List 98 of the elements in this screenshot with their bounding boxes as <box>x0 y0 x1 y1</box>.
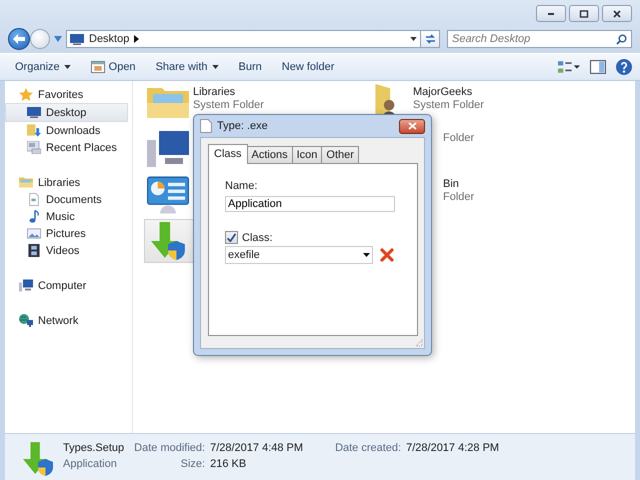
sidebar-item[interactable]: Recent Places <box>5 139 132 156</box>
property-label: Date modified: <box>134 442 206 454</box>
refresh-button[interactable] <box>420 30 440 48</box>
close-icon <box>612 10 622 18</box>
caret-icon <box>64 65 71 69</box>
network-globe-icon <box>19 314 33 327</box>
maximize-button[interactable] <box>569 5 599 22</box>
sidebar-item[interactable]: Desktop <box>5 103 128 122</box>
address-bar[interactable]: Desktop <box>66 30 421 48</box>
sidebar-item[interactable]: Music <box>5 208 132 225</box>
folder-download-icon <box>27 124 41 137</box>
dialog-title: Type: .exe <box>217 120 268 132</box>
recent-places-icon <box>27 141 41 154</box>
property-label: Size: <box>180 458 206 470</box>
help-icon[interactable] <box>616 59 632 75</box>
toolbar-button[interactable]: Burn <box>232 58 269 76</box>
sidebar-item-label: Downloads <box>46 124 100 136</box>
film-strip-icon <box>27 244 41 257</box>
sidebar-item[interactable]: Downloads <box>5 122 132 139</box>
sidebar-item-label: Music <box>46 210 75 222</box>
sidebar-item-label: Network <box>38 314 78 326</box>
sidebar-item[interactable]: Favorites <box>5 86 132 103</box>
minimize-icon <box>548 12 554 14</box>
sidebar-item-label: Favorites <box>38 88 84 100</box>
checkbox-label: Class: <box>242 232 273 244</box>
file-type: Folder <box>443 132 474 145</box>
sidebar-item[interactable]: Computer <box>5 277 132 294</box>
maximize-icon <box>579 10 589 18</box>
field-label: Name: <box>225 180 258 192</box>
menu-button[interactable]: Share with <box>148 58 226 76</box>
close-button[interactable] <box>602 5 632 22</box>
resize-grip-icon[interactable] <box>415 339 423 347</box>
file-name: Types.Setup <box>63 442 124 454</box>
file-type: Application <box>63 458 118 470</box>
document-icon <box>27 193 41 206</box>
search-icon <box>616 34 627 44</box>
sidebar-item[interactable]: Pictures <box>5 225 132 242</box>
name-field[interactable]: Application <box>225 196 395 212</box>
sidebar-item[interactable]: Libraries <box>5 174 132 191</box>
sidebar-item-label: Computer <box>38 280 86 292</box>
file-type: System Folder <box>413 99 484 112</box>
menu-button[interactable]: Organize <box>8 58 78 76</box>
sidebar-item-label: Documents <box>46 194 102 206</box>
delete-icon[interactable] <box>380 248 394 262</box>
caret-icon <box>363 253 370 257</box>
file-type: System Folder <box>193 99 264 112</box>
tab[interactable]: Class <box>208 144 248 164</box>
view-options-icon[interactable] <box>558 61 580 73</box>
sidebar-item[interactable]: Network <box>5 312 132 329</box>
sidebar-item-label: Libraries <box>38 176 80 188</box>
arrow-left-icon <box>13 34 25 44</box>
history-dropdown-icon[interactable] <box>54 36 62 42</box>
sidebar-item[interactable]: Documents <box>5 191 132 208</box>
search-input[interactable]: Search Desktop <box>452 33 616 45</box>
sidebar-item[interactable]: Videos <box>5 242 132 259</box>
close-button[interactable] <box>399 118 425 134</box>
minimize-button[interactable] <box>536 5 566 22</box>
file-name: MajorGeeks <box>413 86 474 99</box>
file-name: Libraries <box>193 86 236 99</box>
toolbar-button[interactable]: New folder <box>274 58 342 76</box>
property-value: 7/28/2017 4:48 PM <box>210 442 304 454</box>
music-note-icon <box>27 210 41 223</box>
checkbox[interactable] <box>225 231 238 244</box>
computer-icon <box>19 279 33 292</box>
file-name: Bin <box>443 178 460 191</box>
class-dropdown[interactable]: exefile <box>225 246 373 264</box>
chevron-right-icon <box>134 35 140 43</box>
star-icon <box>19 88 33 101</box>
caret-icon <box>410 37 416 41</box>
picture-icon <box>27 227 41 240</box>
property-label: Date created: <box>335 442 402 454</box>
monitor-icon <box>27 106 41 119</box>
sidebar-item-label: Pictures <box>46 228 86 240</box>
sidebar-item-label: Desktop <box>46 106 86 118</box>
property-value: 216 KB <box>210 458 248 470</box>
tab[interactable]: Icon <box>292 146 322 163</box>
monitor-icon <box>70 34 84 44</box>
document-icon <box>200 119 212 133</box>
library-folder-icon <box>19 176 33 189</box>
back-button[interactable] <box>8 28 30 50</box>
breadcrumb: Desktop <box>89 33 130 45</box>
refresh-arrows-icon <box>424 34 436 44</box>
open-button[interactable]: Open <box>84 57 143 77</box>
control-panel-icon <box>147 176 189 214</box>
property-value: 7/28/2017 4:28 PM <box>406 442 500 454</box>
search-field[interactable]: Search Desktop <box>447 30 632 48</box>
computer-icon <box>147 130 189 168</box>
checkmark-icon <box>227 233 236 242</box>
tab[interactable]: Other <box>321 146 359 163</box>
caret-icon <box>212 65 219 69</box>
window-icon <box>90 60 105 74</box>
sidebar-item-label: Recent Places <box>46 142 117 154</box>
close-icon <box>408 122 416 130</box>
tab[interactable]: Actions <box>246 146 293 163</box>
sidebar-item-label: Videos <box>46 244 80 256</box>
file-type: Folder <box>443 191 474 204</box>
download-arrow-shield-icon <box>23 442 53 476</box>
preview-pane-icon[interactable] <box>590 59 606 75</box>
